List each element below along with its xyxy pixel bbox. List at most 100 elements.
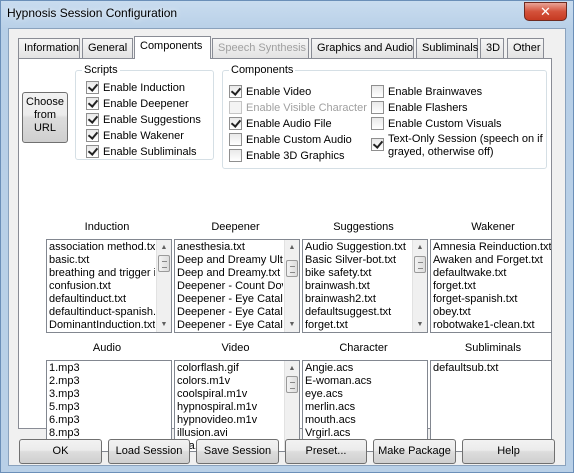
checkbox-box[interactable] xyxy=(229,149,242,162)
video-scrollbar[interactable]: ▲ ▼ xyxy=(284,361,299,451)
list-item[interactable]: Deepener - Eye Catale xyxy=(175,306,283,319)
scroll-thumb[interactable] xyxy=(158,255,170,272)
scroll-down-arrow[interactable]: ▼ xyxy=(413,317,427,332)
list-item[interactable]: Basic Silver-bot.txt xyxy=(303,254,411,267)
suggestions-scrollbar[interactable]: ▲ ▼ xyxy=(412,240,427,332)
list-item[interactable]: association method.txt xyxy=(47,241,155,254)
scroll-up-arrow[interactable]: ▲ xyxy=(285,361,299,376)
list-item[interactable]: mouth.acs xyxy=(303,414,427,427)
checkbox-box[interactable] xyxy=(371,117,384,130)
ok-button[interactable]: OK xyxy=(19,439,102,464)
list-item[interactable]: defaultinduct-spanish. xyxy=(47,306,155,319)
scroll-thumb[interactable] xyxy=(286,376,298,393)
list-item[interactable]: merlin.acs xyxy=(303,401,427,414)
list-item[interactable]: eye.acs xyxy=(303,388,427,401)
list-item[interactable]: Angie.acs xyxy=(303,362,427,375)
help-button[interactable]: Help xyxy=(462,439,555,464)
enable-suggestions-checkbox[interactable]: Enable Suggestions xyxy=(86,113,201,127)
checkbox-box[interactable] xyxy=(371,101,384,114)
wakener-list[interactable]: Amnesia Reinduction.txt Awaken and Forget… xyxy=(430,239,552,333)
save-session-button[interactable]: Save Session xyxy=(196,439,279,464)
enable-flashers-checkbox[interactable]: Enable Flashers xyxy=(371,101,468,115)
list-item[interactable]: DominantInduction.txt xyxy=(47,319,155,332)
list-item[interactable]: E-woman.acs xyxy=(303,375,427,388)
list-item[interactable]: Awaken and Forget.txt xyxy=(431,254,551,267)
deepener-list[interactable]: anesthesia.txt Deep and Dreamy Ulti Deep a… xyxy=(174,239,300,333)
list-item[interactable]: 3.mp3 xyxy=(47,388,171,401)
list-item[interactable]: colorflash.gif xyxy=(175,362,283,375)
list-item[interactable]: defaultinduct.txt xyxy=(47,293,155,306)
checkbox-box[interactable] xyxy=(86,145,99,158)
list-item[interactable]: forget.txt xyxy=(431,280,551,293)
list-item[interactable]: obey.txt xyxy=(431,306,551,319)
enable-wakener-checkbox[interactable]: Enable Wakener xyxy=(86,129,184,143)
list-item[interactable]: Deepener - Eye Catale xyxy=(175,319,283,332)
checkbox-box[interactable] xyxy=(86,129,99,142)
enable-3d-graphics-checkbox[interactable]: Enable 3D Graphics xyxy=(229,149,344,163)
list-item[interactable]: hypnospiral.m1v xyxy=(175,401,283,414)
suggestions-list[interactable]: Audio Suggestion.txt Basic Silver-bot.txt… xyxy=(302,239,428,333)
checkbox-box[interactable] xyxy=(229,85,242,98)
deepener-scrollbar[interactable]: ▲ ▼ xyxy=(284,240,299,332)
list-item[interactable]: Deepener - Eye Catale xyxy=(175,293,283,306)
scroll-up-arrow[interactable]: ▲ xyxy=(157,240,171,255)
enable-deepener-checkbox[interactable]: Enable Deepener xyxy=(86,97,189,111)
make-package-button[interactable]: Make Package xyxy=(373,439,456,464)
scroll-down-arrow[interactable]: ▼ xyxy=(157,317,171,332)
enable-custom-audio-checkbox[interactable]: Enable Custom Audio xyxy=(229,133,352,147)
list-item[interactable]: anesthesia.txt xyxy=(175,241,283,254)
checkbox-box[interactable] xyxy=(86,97,99,110)
list-item[interactable]: defaultsuggest.txt xyxy=(303,306,411,319)
enable-induction-checkbox[interactable]: Enable Induction xyxy=(86,81,185,95)
list-item[interactable]: coolspiral.m1v xyxy=(175,388,283,401)
list-item[interactable]: 2.mp3 xyxy=(47,375,171,388)
list-item[interactable]: Amnesia Reinduction.txt xyxy=(431,241,551,254)
tab-components[interactable]: Components xyxy=(134,36,211,59)
tab-graphics-and-audio[interactable]: Graphics and Audio xyxy=(311,38,414,58)
list-item[interactable]: Audio Suggestion.txt xyxy=(303,241,411,254)
scroll-up-arrow[interactable]: ▲ xyxy=(413,240,427,255)
enable-subliminals-checkbox[interactable]: Enable Subliminals xyxy=(86,145,197,159)
tab-subliminals[interactable]: Subliminals xyxy=(416,38,478,58)
scroll-thumb[interactable] xyxy=(414,256,426,273)
enable-video-checkbox[interactable]: Enable Video xyxy=(229,85,311,99)
tab-3d[interactable]: 3D xyxy=(480,38,504,58)
list-item[interactable]: robotwake1-clean.txt xyxy=(431,319,551,332)
checkbox-box[interactable] xyxy=(371,85,384,98)
list-item[interactable]: defaultsub.txt xyxy=(431,362,551,375)
list-item[interactable]: Deep and Dreamy Ulti xyxy=(175,254,283,267)
tab-information[interactable]: Information xyxy=(18,38,80,58)
checkbox-box[interactable] xyxy=(371,138,384,151)
list-item[interactable]: brainwash.txt xyxy=(303,280,411,293)
list-item[interactable]: 1.mp3 xyxy=(47,362,171,375)
tab-general[interactable]: General xyxy=(82,38,133,58)
checkbox-box[interactable] xyxy=(86,113,99,126)
choose-from-url-button[interactable]: Choose from URL xyxy=(22,92,68,143)
list-item[interactable]: colors.m1v xyxy=(175,375,283,388)
list-item[interactable]: brainwash2.txt xyxy=(303,293,411,306)
list-item[interactable]: hypnovideo.m1v xyxy=(175,414,283,427)
list-item[interactable]: forget-spanish.txt xyxy=(431,293,551,306)
enable-custom-visuals-checkbox[interactable]: Enable Custom Visuals xyxy=(371,117,502,131)
enable-audio-file-checkbox[interactable]: Enable Audio File xyxy=(229,117,332,131)
induction-scrollbar[interactable]: ▲ ▼ xyxy=(156,240,171,332)
list-item[interactable]: forget.txt xyxy=(303,319,411,332)
list-item[interactable]: defaultwake.txt xyxy=(431,267,551,280)
scroll-up-arrow[interactable]: ▲ xyxy=(285,240,299,255)
preset-button[interactable]: Preset... xyxy=(285,439,367,464)
tab-other[interactable]: Other xyxy=(507,38,544,58)
checkbox-box[interactable] xyxy=(86,81,99,94)
enable-brainwaves-checkbox[interactable]: Enable Brainwaves xyxy=(371,85,482,99)
list-item[interactable]: 6.mp3 xyxy=(47,414,171,427)
load-session-button[interactable]: Load Session xyxy=(108,439,190,464)
list-item[interactable]: confusion.txt xyxy=(47,280,155,293)
checkbox-box[interactable] xyxy=(229,133,242,146)
scroll-down-arrow[interactable]: ▼ xyxy=(285,317,299,332)
list-item[interactable]: bike safety.txt xyxy=(303,267,411,280)
text-only-session-checkbox[interactable]: Text-Only Session (speech on if grayed, o… xyxy=(371,133,543,159)
scroll-thumb[interactable] xyxy=(286,260,298,277)
close-button[interactable]: ✕ xyxy=(524,2,567,21)
checkbox-box[interactable] xyxy=(229,117,242,130)
list-item[interactable]: 5.mp3 xyxy=(47,401,171,414)
list-item[interactable]: Deepener - Count Dov xyxy=(175,280,283,293)
